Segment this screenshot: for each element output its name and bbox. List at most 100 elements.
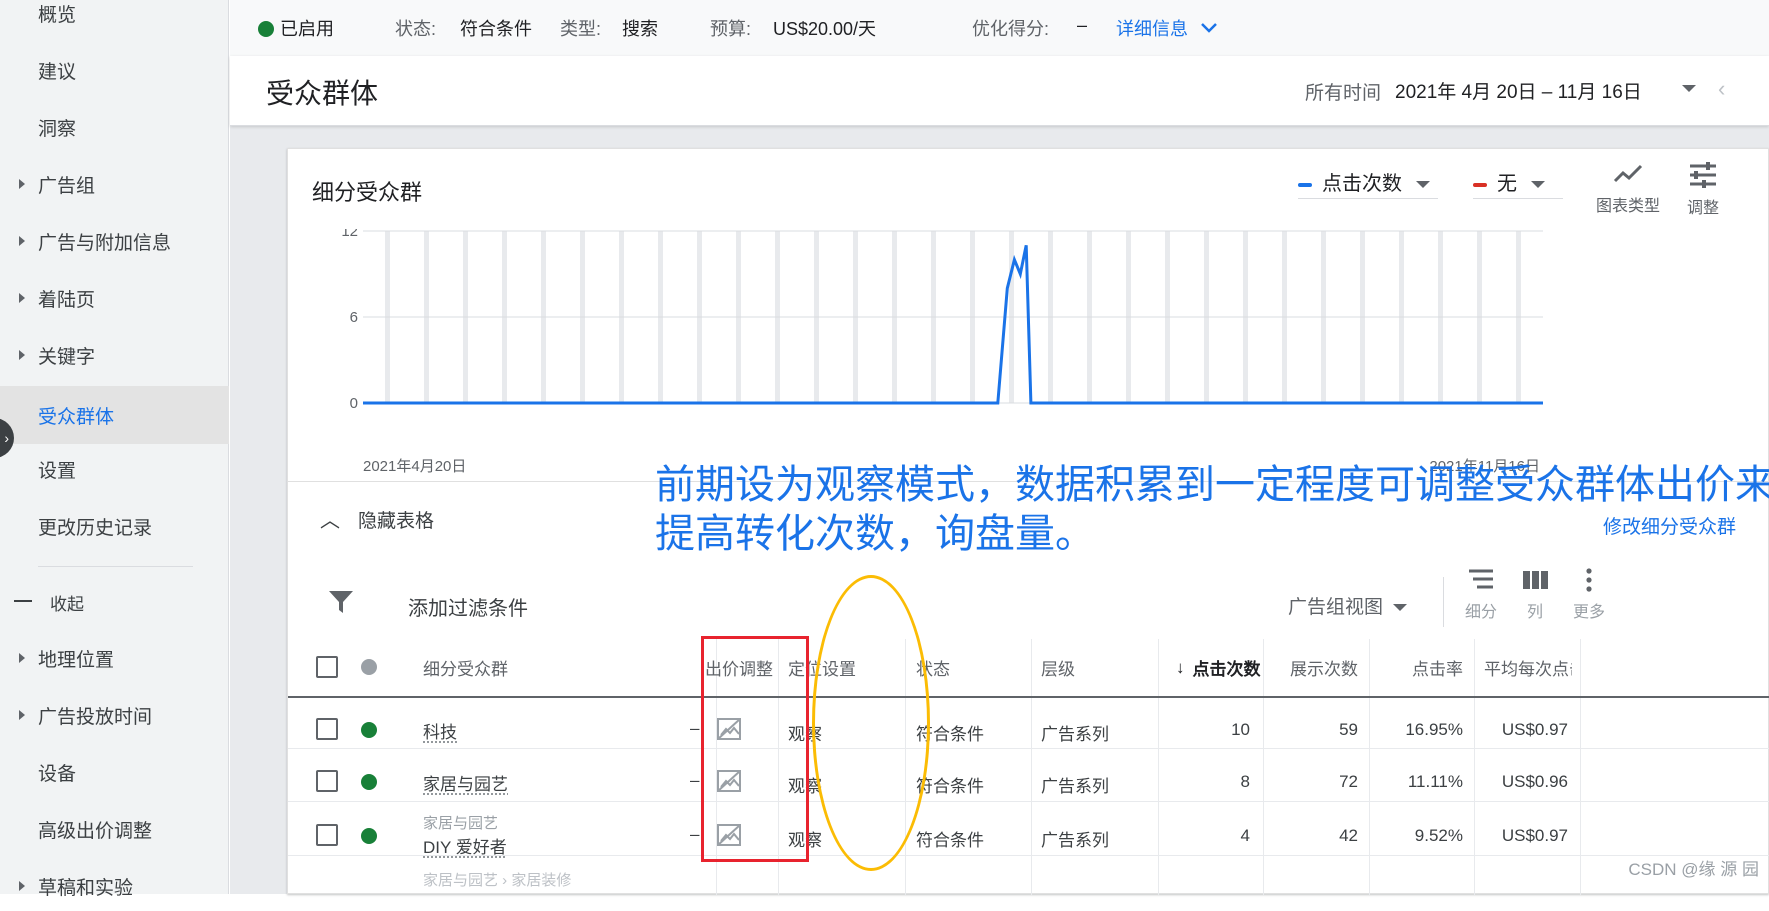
col-header-clicks[interactable]: ↓点击次数 — [1176, 639, 1264, 696]
annotation-overlay-text: 前期设为观察模式，数据积累到一定程度可调整受众群体出价来 提高转化次数，询盘量。 — [655, 461, 1769, 559]
segment-label: 细分 — [1456, 598, 1506, 622]
budget-label: 预算: — [710, 15, 751, 41]
col-header-avg-cpc[interactable]: 平均每次点击 — [1484, 639, 1572, 696]
metric-swatch — [1298, 183, 1312, 187]
sidebar-item-label: 更改历史记录 — [38, 513, 152, 540]
left-nav-sidebar: 概览 建议 洞察 广告组 广告与附加信息 着陆页 关键字 受众群体 设置 更改历… — [0, 0, 229, 894]
sidebar-item-audiences[interactable]: 受众群体 — [0, 386, 229, 444]
row-checkbox[interactable] — [316, 718, 338, 740]
campaign-enabled-status[interactable]: 已启用 — [258, 15, 334, 41]
row-divider — [288, 801, 1769, 802]
sidebar-item-devices[interactable]: 设备 — [0, 747, 229, 797]
details-link[interactable]: 详细信息 — [1116, 15, 1218, 41]
hide-table-toggle[interactable]: ︿隐藏表格 — [320, 504, 434, 533]
sidebar-item-ads-extensions[interactable]: 广告与附加信息 — [0, 216, 229, 266]
sidebar-item-label: 广告与附加信息 — [38, 228, 171, 255]
sidebar-item-landing-pages[interactable]: 着陆页 — [0, 273, 229, 323]
col-header-ctr[interactable]: 点击率 — [1378, 639, 1463, 696]
status-value: 符合条件 — [916, 772, 984, 797]
sidebar-item-advanced-bid[interactable]: 高级出价调整 — [0, 804, 229, 854]
date-range-selector[interactable]: 2021年 4月 20日 – 11月 16日 — [1395, 77, 1642, 104]
sidebar-item-overview[interactable]: 概览 — [0, 0, 229, 38]
columns-button[interactable]: 列 — [1510, 567, 1560, 622]
column-divider — [1369, 639, 1370, 895]
main-content: 已启用 状态: 符合条件 类型: 搜索 预算: US$20.00/天 优化得分:… — [230, 0, 1769, 894]
y-tick-label: 0 — [350, 395, 358, 412]
filter-icon[interactable] — [328, 589, 354, 615]
sidebar-item-label: 受众群体 — [38, 402, 114, 429]
row-status-dot — [361, 774, 377, 790]
type-value: 搜索 — [622, 15, 658, 41]
sidebar-item-keywords[interactable]: 关键字 — [0, 330, 229, 380]
sidebar-item-locations[interactable]: 地理位置 — [0, 633, 229, 683]
sidebar-item-label: 设备 — [38, 759, 76, 786]
expand-caret-icon — [19, 881, 25, 891]
x-axis-start-label: 2021年4月20日 — [363, 458, 466, 475]
page-header: 受众群体 所有时间 2021年 4月 20日 – 11月 16日 ‹ — [230, 56, 1769, 126]
sidebar-item-ad-schedule[interactable]: 广告投放时间 — [0, 690, 229, 740]
sidebar-item-label: 广告组 — [38, 171, 95, 198]
ctr-value: 9.52% — [1378, 826, 1463, 846]
y-tick-label: 6 — [350, 309, 358, 326]
row-checkbox[interactable] — [316, 770, 338, 792]
col-header-segment[interactable]: 细分受众群 — [423, 639, 508, 696]
status-header-dot — [361, 659, 377, 675]
columns-icon — [1521, 567, 1549, 593]
dropdown-arrow-icon — [1531, 181, 1545, 188]
date-previous-icon[interactable]: ‹ — [1718, 76, 1725, 102]
sidebar-item-label: 着陆页 — [38, 285, 95, 312]
add-filter-button[interactable]: 添加过滤条件 — [408, 592, 528, 621]
annotation-line-1: 前期设为观察模式，数据积累到一定程度可调整受众群体出价来 — [655, 461, 1769, 510]
y-tick-label: 12 — [341, 229, 358, 240]
dropdown-arrow-icon — [1393, 604, 1407, 611]
adjust-label: 调整 — [1678, 194, 1728, 218]
adgroup-view-selector[interactable]: 广告组视图 — [1288, 592, 1407, 619]
clicks-value: 10 — [1168, 720, 1250, 740]
page-title: 受众群体 — [266, 72, 378, 112]
row-checkbox[interactable] — [316, 824, 338, 846]
sidebar-item-label: 地理位置 — [38, 645, 114, 672]
campaign-status-bar: 已启用 状态: 符合条件 类型: 搜索 预算: US$20.00/天 优化得分:… — [230, 0, 1769, 56]
metric-swatch — [1473, 183, 1487, 187]
sidebar-item-insights[interactable]: 洞察 — [0, 102, 229, 152]
status-value: 符合条件 — [460, 15, 532, 41]
sidebar-item-ad-groups[interactable]: 广告组 — [0, 159, 229, 209]
col-header-level[interactable]: 层级 — [1041, 639, 1075, 696]
chart-type-button[interactable]: 图表类型 — [1588, 161, 1668, 216]
impressions-value: 72 — [1273, 772, 1358, 792]
column-divider — [1158, 639, 1159, 895]
date-dropdown-icon[interactable] — [1682, 85, 1696, 92]
dropdown-arrow-icon — [1416, 181, 1430, 188]
sidebar-item-label: 设置 — [38, 456, 76, 483]
ctr-value: 16.95% — [1378, 720, 1463, 740]
level-value: 广告系列 — [1041, 772, 1109, 797]
sidebar-item-recommendations[interactable]: 建议 — [0, 45, 229, 95]
column-divider — [1031, 639, 1032, 895]
sidebar-item-change-history[interactable]: 更改历史记录 — [0, 501, 229, 551]
sidebar-item-settings[interactable]: 设置 — [0, 444, 229, 494]
columns-label: 列 — [1510, 598, 1560, 622]
col-header-impressions[interactable]: 展示次数 — [1273, 639, 1358, 696]
optimization-score-label: 优化得分: — [972, 15, 1049, 41]
row-divider — [288, 748, 1769, 749]
adjust-button[interactable]: 调整 — [1678, 161, 1728, 218]
expand-caret-icon — [19, 179, 25, 189]
column-divider — [1263, 639, 1264, 895]
sidebar-collapse[interactable]: 收起 — [0, 577, 229, 627]
sidebar-item-drafts-experiments[interactable]: 草稿和实验 — [0, 861, 229, 911]
expand-caret-icon — [19, 236, 25, 246]
segment-name-link[interactable]: 家居与园艺 — [423, 770, 508, 795]
highlight-box-bid-adjustment — [701, 636, 809, 862]
segment-name-link[interactable]: 科技 — [423, 718, 457, 743]
select-all-checkbox[interactable] — [316, 656, 338, 678]
more-button[interactable]: 更多 — [1564, 567, 1614, 622]
status-value: 符合条件 — [916, 826, 984, 851]
audience-table: 细分受众群 出价调整 定位设置 状态 层级 ↓点击次数 展示次数 点击率 平均每… — [288, 639, 1769, 895]
budget-value: US$20.00/天 — [773, 15, 876, 41]
metric-selector-2[interactable]: 无 — [1473, 167, 1563, 199]
sidebar-item-label: 草稿和实验 — [38, 873, 133, 900]
segment-button[interactable]: 细分 — [1456, 567, 1506, 622]
metric-selector-1[interactable]: 点击次数 — [1298, 167, 1438, 199]
optimization-score-value: – — [1077, 15, 1087, 36]
impressions-value: 59 — [1273, 720, 1358, 740]
